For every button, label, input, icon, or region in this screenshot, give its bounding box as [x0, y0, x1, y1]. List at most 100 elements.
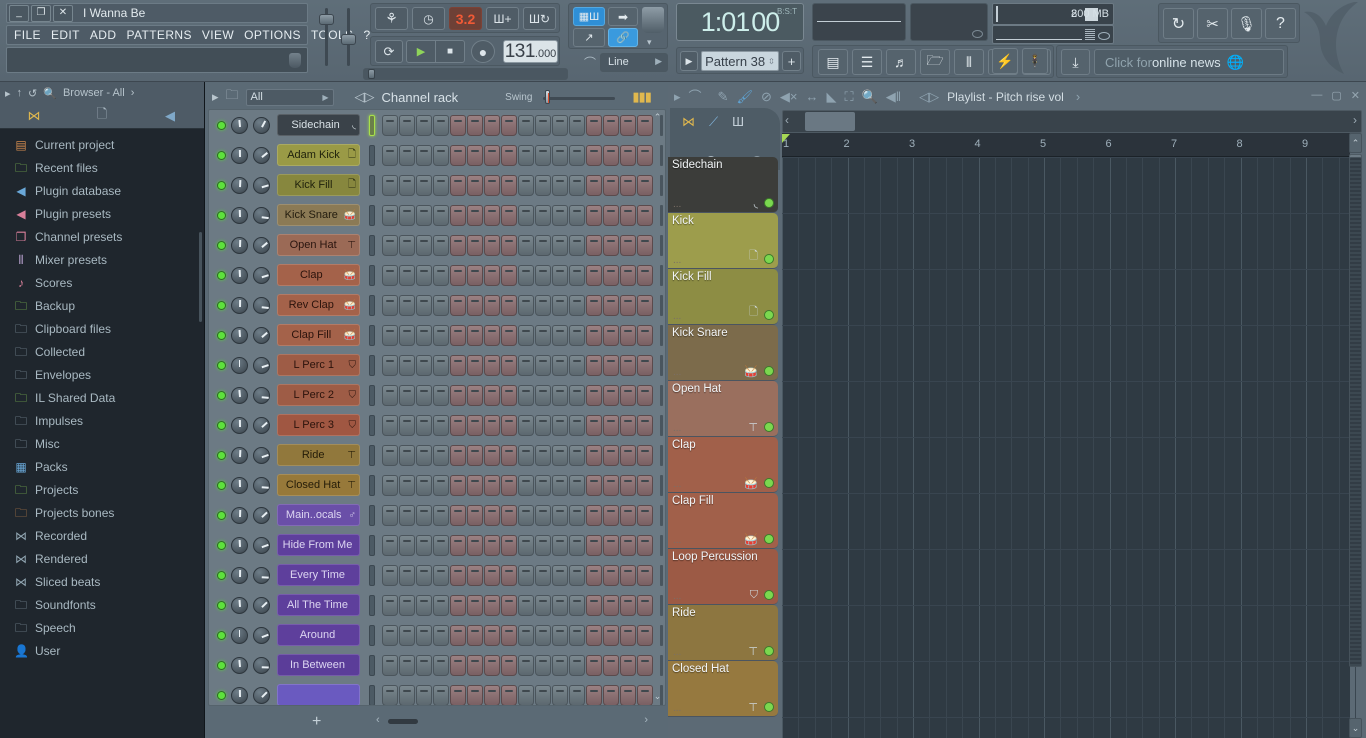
step-sequencer-row[interactable]	[382, 115, 653, 136]
channel-mute-led[interactable]	[217, 691, 226, 700]
step-button[interactable]	[637, 685, 653, 706]
step-button[interactable]	[433, 475, 449, 496]
menu-item-patterns[interactable]: PATTERNS	[126, 28, 191, 42]
step-button[interactable]	[518, 415, 534, 436]
step-sequencer-row[interactable]	[382, 625, 653, 646]
step-sequencer-row[interactable]	[382, 205, 653, 226]
mixer-toggle-icon[interactable]: ⦀	[954, 49, 984, 75]
step-button[interactable]	[382, 145, 398, 166]
step-button[interactable]	[569, 205, 585, 226]
step-button[interactable]	[399, 175, 415, 196]
step-button[interactable]	[450, 475, 466, 496]
chevron-right-icon[interactable]: ▶	[655, 56, 662, 67]
channel-pan-knob[interactable]	[231, 537, 248, 554]
step-button[interactable]	[467, 595, 483, 616]
step-button[interactable]	[586, 175, 602, 196]
channel-pan-knob[interactable]	[231, 357, 248, 374]
step-button[interactable]	[535, 655, 551, 676]
step-button[interactable]	[586, 505, 602, 526]
delete-icon[interactable]: ⊘	[761, 90, 772, 103]
channel-pan-knob[interactable]	[231, 477, 248, 494]
step-button[interactable]	[586, 655, 602, 676]
browser-back-icon[interactable]: ↺	[28, 87, 37, 100]
channel-volume-knob[interactable]	[253, 117, 270, 134]
step-button[interactable]	[484, 325, 500, 346]
step-button[interactable]	[484, 535, 500, 556]
step-button[interactable]	[569, 355, 585, 376]
playlist-track-header[interactable]: Kick...🗋	[668, 213, 778, 269]
step-button[interactable]	[484, 205, 500, 226]
channel-mute-led[interactable]	[217, 121, 226, 130]
step-button[interactable]	[637, 115, 653, 136]
channel-name-button[interactable]	[277, 684, 360, 706]
step-button[interactable]	[552, 235, 568, 256]
channel-mute-led[interactable]	[217, 271, 226, 280]
playlist-track-header[interactable]: Clap Fill...🥁	[668, 493, 778, 549]
channel-pan-knob[interactable]	[231, 447, 248, 464]
channel-row[interactable]: Rev Clap🥁	[209, 290, 665, 320]
browser-item-backup[interactable]: 🗀Backup	[0, 294, 204, 317]
browser-item-mixer-presets[interactable]: ⦀Mixer presets	[0, 248, 204, 271]
channel-volume-knob[interactable]	[253, 687, 270, 704]
step-button[interactable]	[535, 625, 551, 646]
channel-select-bar[interactable]	[369, 445, 375, 466]
channel-pan-knob[interactable]	[231, 417, 248, 434]
step-button[interactable]	[450, 295, 466, 316]
channel-volume-knob[interactable]	[253, 627, 270, 644]
playlist-time-ruler[interactable]: 123456789	[782, 133, 1350, 157]
channel-row[interactable]: Open Hat⊤	[209, 230, 665, 260]
step-button[interactable]	[467, 655, 483, 676]
menu-item-add[interactable]: ADD	[90, 28, 117, 42]
loop-recording-icon[interactable]: Ш↻	[523, 7, 556, 30]
step-button[interactable]	[637, 625, 653, 646]
channel-name-button[interactable]: All The Time	[277, 594, 360, 616]
step-button[interactable]	[399, 235, 415, 256]
step-button[interactable]	[450, 235, 466, 256]
channel-row[interactable]: Sidechain◟	[209, 110, 665, 140]
channel-mute-led[interactable]	[217, 361, 226, 370]
channel-volume-knob[interactable]	[253, 237, 270, 254]
step-button[interactable]	[535, 505, 551, 526]
track-options-dots[interactable]: ...	[673, 423, 681, 434]
channel-row[interactable]: Adam Kick🗋	[209, 140, 665, 170]
step-button[interactable]	[518, 295, 534, 316]
step-button[interactable]	[569, 115, 585, 136]
step-button[interactable]	[399, 685, 415, 706]
step-button[interactable]	[637, 235, 653, 256]
step-button[interactable]	[467, 115, 483, 136]
playback-icon[interactable]: ◀‖	[886, 90, 901, 103]
step-button[interactable]	[603, 205, 619, 226]
step-button[interactable]	[433, 415, 449, 436]
step-button[interactable]	[586, 295, 602, 316]
channel-row[interactable]: Hide From Me	[209, 530, 665, 560]
step-button[interactable]	[569, 625, 585, 646]
scroll-right-icon[interactable]: ›	[644, 714, 648, 726]
step-button[interactable]	[535, 145, 551, 166]
step-button[interactable]	[433, 625, 449, 646]
step-button[interactable]	[637, 595, 653, 616]
step-button[interactable]	[518, 145, 534, 166]
song-position-thumb[interactable]	[368, 69, 375, 79]
step-button[interactable]	[518, 595, 534, 616]
channel-volume-knob[interactable]	[253, 447, 270, 464]
track-enable-led[interactable]	[764, 198, 774, 208]
step-button[interactable]	[467, 295, 483, 316]
step-button[interactable]	[382, 325, 398, 346]
playlist-track-header[interactable]: Ride...⊤	[668, 605, 778, 661]
step-button[interactable]	[501, 505, 517, 526]
step-button[interactable]	[535, 325, 551, 346]
step-button[interactable]	[467, 355, 483, 376]
step-button[interactable]	[467, 205, 483, 226]
step-button[interactable]	[382, 595, 398, 616]
step-button[interactable]	[637, 535, 653, 556]
add-channel-button[interactable]: +	[312, 713, 321, 731]
close-button[interactable]: ✕	[53, 5, 73, 22]
step-button[interactable]	[586, 565, 602, 586]
step-button[interactable]	[569, 265, 585, 286]
step-sequencer-row[interactable]	[382, 355, 653, 376]
step-button[interactable]	[552, 565, 568, 586]
step-button[interactable]	[637, 445, 653, 466]
channel-mute-led[interactable]	[217, 421, 226, 430]
step-button[interactable]	[586, 235, 602, 256]
step-button[interactable]	[569, 535, 585, 556]
